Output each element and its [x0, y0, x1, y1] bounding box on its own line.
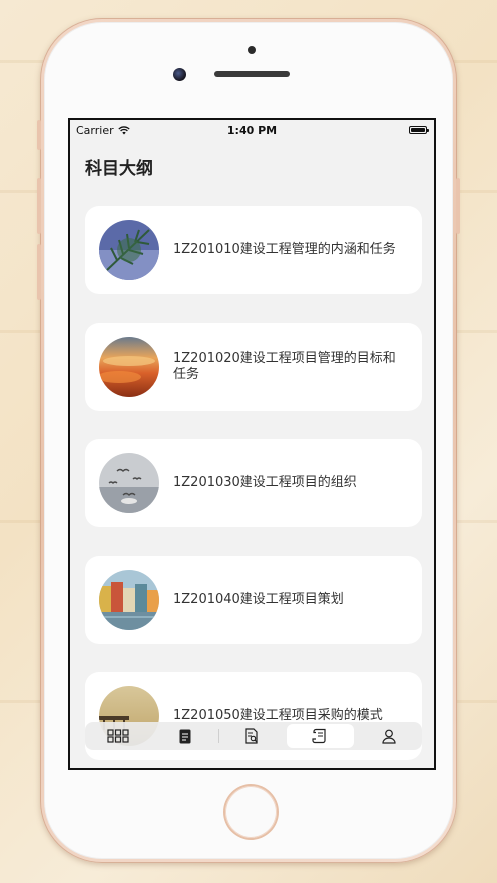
outline-item-label: 1Z201020建设工程项目管理的目标和任务 [173, 351, 396, 382]
status-time: 1:40 PM [226, 124, 278, 137]
scroll-icon [312, 728, 327, 744]
proximity-sensor [248, 46, 256, 54]
canal-houses-thumbnail [99, 570, 159, 630]
tab-documents[interactable] [219, 724, 285, 748]
outline-item[interactable]: 1Z201030建设工程项目的组织 [85, 439, 422, 527]
sunset-clouds-thumbnail [99, 337, 159, 397]
outline-item[interactable]: 1Z201010建设工程管理的内涵和任务 [85, 206, 422, 294]
tab-notes[interactable] [151, 724, 217, 748]
earpiece-speaker [214, 71, 290, 77]
tab-bar [85, 722, 422, 750]
home-button[interactable] [225, 786, 277, 838]
grid-icon [107, 729, 129, 743]
tab-profile[interactable] [356, 724, 422, 748]
mute-switch [37, 120, 41, 150]
status-bar: Carrier 1:40 PM [70, 120, 434, 140]
power-button [456, 178, 460, 234]
screen: Carrier 1:40 PM 科目大纲 1Z201010建设工程管理的内涵和任… [68, 118, 436, 770]
page-title: 科目大纲 [85, 159, 153, 179]
document-search-icon [245, 728, 258, 744]
seagulls-water-thumbnail [99, 453, 159, 513]
app-view: Carrier 1:40 PM 科目大纲 1Z201010建设工程管理的内涵和任… [70, 120, 434, 768]
outline-item[interactable]: 1Z201040建设工程项目策划 [85, 556, 422, 644]
pine-branch-thumbnail [99, 220, 159, 280]
person-icon [382, 729, 396, 744]
outline-item-label: 1Z201030建设工程项目的组织 [173, 475, 357, 490]
tab-outline[interactable] [287, 724, 354, 748]
outline-item[interactable]: 1Z201020建设工程项目管理的目标和任务 [85, 323, 422, 411]
tab-home[interactable] [85, 724, 151, 748]
front-camera-icon [173, 68, 186, 81]
outline-item-label: 1Z201040建设工程项目策划 [173, 592, 344, 607]
volume-up-button [37, 178, 41, 234]
outline-item-label: 1Z201010建设工程管理的内涵和任务 [173, 242, 396, 257]
note-icon [179, 729, 191, 743]
phone-frame: Carrier 1:40 PM 科目大纲 1Z201010建设工程管理的内涵和任… [37, 18, 460, 863]
battery-icon [409, 126, 429, 134]
phone-face: Carrier 1:40 PM 科目大纲 1Z201010建设工程管理的内涵和任… [44, 22, 453, 859]
volume-down-button [37, 244, 41, 300]
